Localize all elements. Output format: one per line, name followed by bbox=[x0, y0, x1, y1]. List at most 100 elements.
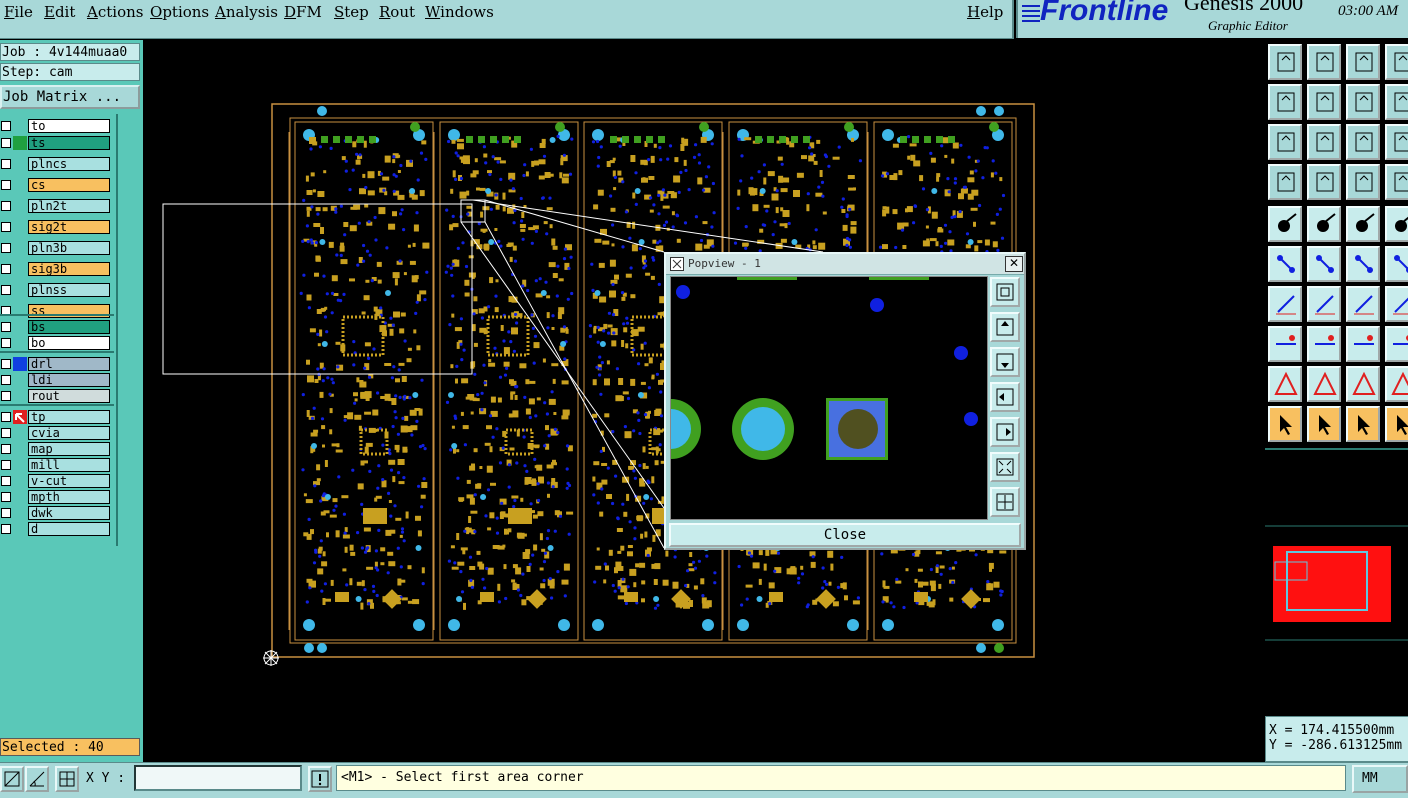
popview-zoom-fit-button[interactable] bbox=[990, 277, 1020, 307]
pan-icon[interactable] bbox=[1307, 124, 1341, 160]
layer-checkbox[interactable] bbox=[1, 375, 11, 385]
grid-icon[interactable] bbox=[1307, 164, 1341, 200]
popview-zoom-view[interactable] bbox=[641, 276, 988, 520]
measure-icon[interactable] bbox=[1346, 326, 1380, 362]
layer-checkbox[interactable] bbox=[1, 524, 11, 534]
menu-windows[interactable]: Windows bbox=[425, 3, 494, 21]
layer-row-plnss[interactable]: plnss bbox=[0, 282, 114, 298]
select-poly-icon[interactable] bbox=[1346, 406, 1380, 442]
select-icon[interactable] bbox=[1268, 406, 1302, 442]
layer-name[interactable]: mill bbox=[28, 458, 110, 472]
popview-close-button[interactable]: Close bbox=[669, 523, 1021, 547]
layer-name[interactable]: dwk bbox=[28, 506, 110, 520]
import-icon[interactable] bbox=[1268, 84, 1302, 120]
tools-icon[interactable] bbox=[1268, 164, 1302, 200]
layer-row-mpth[interactable]: mpth bbox=[0, 489, 114, 505]
angle-icon[interactable] bbox=[1268, 366, 1302, 402]
layer-name[interactable]: plnss bbox=[28, 283, 110, 297]
layer-name[interactable]: rout bbox=[28, 389, 110, 403]
layer-name[interactable]: d bbox=[28, 522, 110, 536]
layer-checkbox[interactable] bbox=[1, 138, 11, 148]
menu-help[interactable]: Help bbox=[967, 3, 1003, 21]
layer-checkbox[interactable] bbox=[1, 222, 11, 232]
layer-name[interactable]: to bbox=[28, 119, 110, 133]
layer-checkbox[interactable] bbox=[1, 121, 11, 131]
triangle-icon[interactable] bbox=[1307, 366, 1341, 402]
layer-checkbox[interactable] bbox=[1, 412, 11, 422]
page-icon[interactable] bbox=[1385, 44, 1408, 80]
layer-name[interactable]: bo bbox=[28, 336, 110, 350]
job-matrix-button[interactable]: Job Matrix ... bbox=[0, 85, 140, 109]
measure-button[interactable] bbox=[25, 766, 49, 792]
layer-name[interactable]: ldi bbox=[28, 373, 110, 387]
polygon-icon[interactable] bbox=[1385, 366, 1408, 402]
pad-icon[interactable] bbox=[1268, 326, 1302, 362]
snap-icon[interactable] bbox=[1268, 206, 1302, 242]
close-icon[interactable]: ✕ bbox=[1005, 256, 1023, 272]
layer-name[interactable]: cvia bbox=[28, 426, 110, 440]
wire-icon[interactable] bbox=[1307, 326, 1341, 362]
line-icon[interactable] bbox=[1268, 286, 1302, 322]
layer-row-v-cut[interactable]: v-cut bbox=[0, 473, 114, 489]
layer-row-plncs[interactable]: plncs bbox=[0, 156, 114, 172]
window-menu-icon[interactable] bbox=[670, 257, 684, 271]
popview-pan-left-button[interactable] bbox=[990, 382, 1020, 412]
layer-checkbox[interactable] bbox=[1, 492, 11, 502]
menu-file[interactable]: File bbox=[4, 3, 33, 21]
layer-checkbox[interactable] bbox=[1, 460, 11, 470]
layer-row-ldi[interactable]: ldi bbox=[0, 372, 114, 388]
panel-icon[interactable] bbox=[1385, 206, 1408, 242]
connect-icon[interactable] bbox=[1268, 246, 1302, 282]
layer-row-mill[interactable]: mill bbox=[0, 457, 114, 473]
layer-checkbox[interactable] bbox=[1, 444, 11, 454]
zoom-fit-icon[interactable] bbox=[1268, 124, 1302, 160]
netlist-icon[interactable] bbox=[1385, 164, 1408, 200]
layer-row-to[interactable]: to bbox=[0, 118, 114, 134]
layer-row-cs[interactable]: cs bbox=[0, 177, 114, 193]
layer-checkbox[interactable] bbox=[1, 180, 11, 190]
popview-pan-right-button[interactable] bbox=[990, 417, 1020, 447]
menu-step[interactable]: Step bbox=[334, 3, 369, 21]
menu-actions[interactable]: Actions bbox=[87, 3, 143, 21]
layer-row-ts[interactable]: ts bbox=[0, 135, 114, 151]
popview-zoom-out-button[interactable] bbox=[990, 487, 1020, 517]
layer-checkbox[interactable] bbox=[1, 476, 11, 486]
menu-options[interactable]: Options bbox=[150, 3, 209, 21]
layer-checkbox[interactable] bbox=[1, 391, 11, 401]
save-icon[interactable] bbox=[1307, 44, 1341, 80]
overview-map[interactable] bbox=[1265, 448, 1408, 718]
arc-icon[interactable] bbox=[1385, 246, 1408, 282]
layer-name[interactable]: cs bbox=[28, 178, 110, 192]
layer-checkbox[interactable] bbox=[1, 508, 11, 518]
layers-icon[interactable] bbox=[1346, 164, 1380, 200]
layer-name[interactable]: map bbox=[28, 442, 110, 456]
drill-icon[interactable] bbox=[1385, 326, 1408, 362]
xy-input[interactable] bbox=[134, 765, 302, 791]
layer-row-map[interactable]: map bbox=[0, 441, 114, 457]
layer-name[interactable]: sig3b bbox=[28, 262, 110, 276]
layer-checkbox[interactable] bbox=[1, 359, 11, 369]
layer-name[interactable]: mpth bbox=[28, 490, 110, 504]
layer-checkbox[interactable] bbox=[1, 201, 11, 211]
layer-row-pln2t[interactable]: pln2t bbox=[0, 198, 114, 214]
scale-icon[interactable] bbox=[1346, 124, 1380, 160]
layer-row-cvia[interactable]: cvia bbox=[0, 425, 114, 441]
menu-analysis[interactable]: Analysis bbox=[215, 3, 278, 21]
zoom-area-button[interactable] bbox=[0, 766, 24, 792]
undo-icon[interactable] bbox=[1346, 286, 1380, 322]
select-box-icon[interactable] bbox=[1307, 406, 1341, 442]
layer-row-sig3b[interactable]: sig3b bbox=[0, 261, 114, 277]
rotate-icon[interactable] bbox=[1346, 84, 1380, 120]
layer-name[interactable]: drl bbox=[28, 357, 110, 371]
popview-pan-up-button[interactable] bbox=[990, 312, 1020, 342]
layer-row-tp[interactable]: tp bbox=[0, 409, 114, 425]
menu-dfm[interactable]: DFM bbox=[284, 3, 322, 21]
open-icon[interactable] bbox=[1268, 44, 1302, 80]
layer-name[interactable]: bs bbox=[28, 320, 110, 334]
popview-pan-down-button[interactable] bbox=[990, 347, 1020, 377]
layer-checkbox[interactable] bbox=[1, 159, 11, 169]
export-icon[interactable] bbox=[1307, 84, 1341, 120]
home-icon[interactable] bbox=[1346, 44, 1380, 80]
text-icon[interactable] bbox=[1385, 286, 1408, 322]
menu-edit[interactable]: Edit bbox=[44, 3, 75, 21]
